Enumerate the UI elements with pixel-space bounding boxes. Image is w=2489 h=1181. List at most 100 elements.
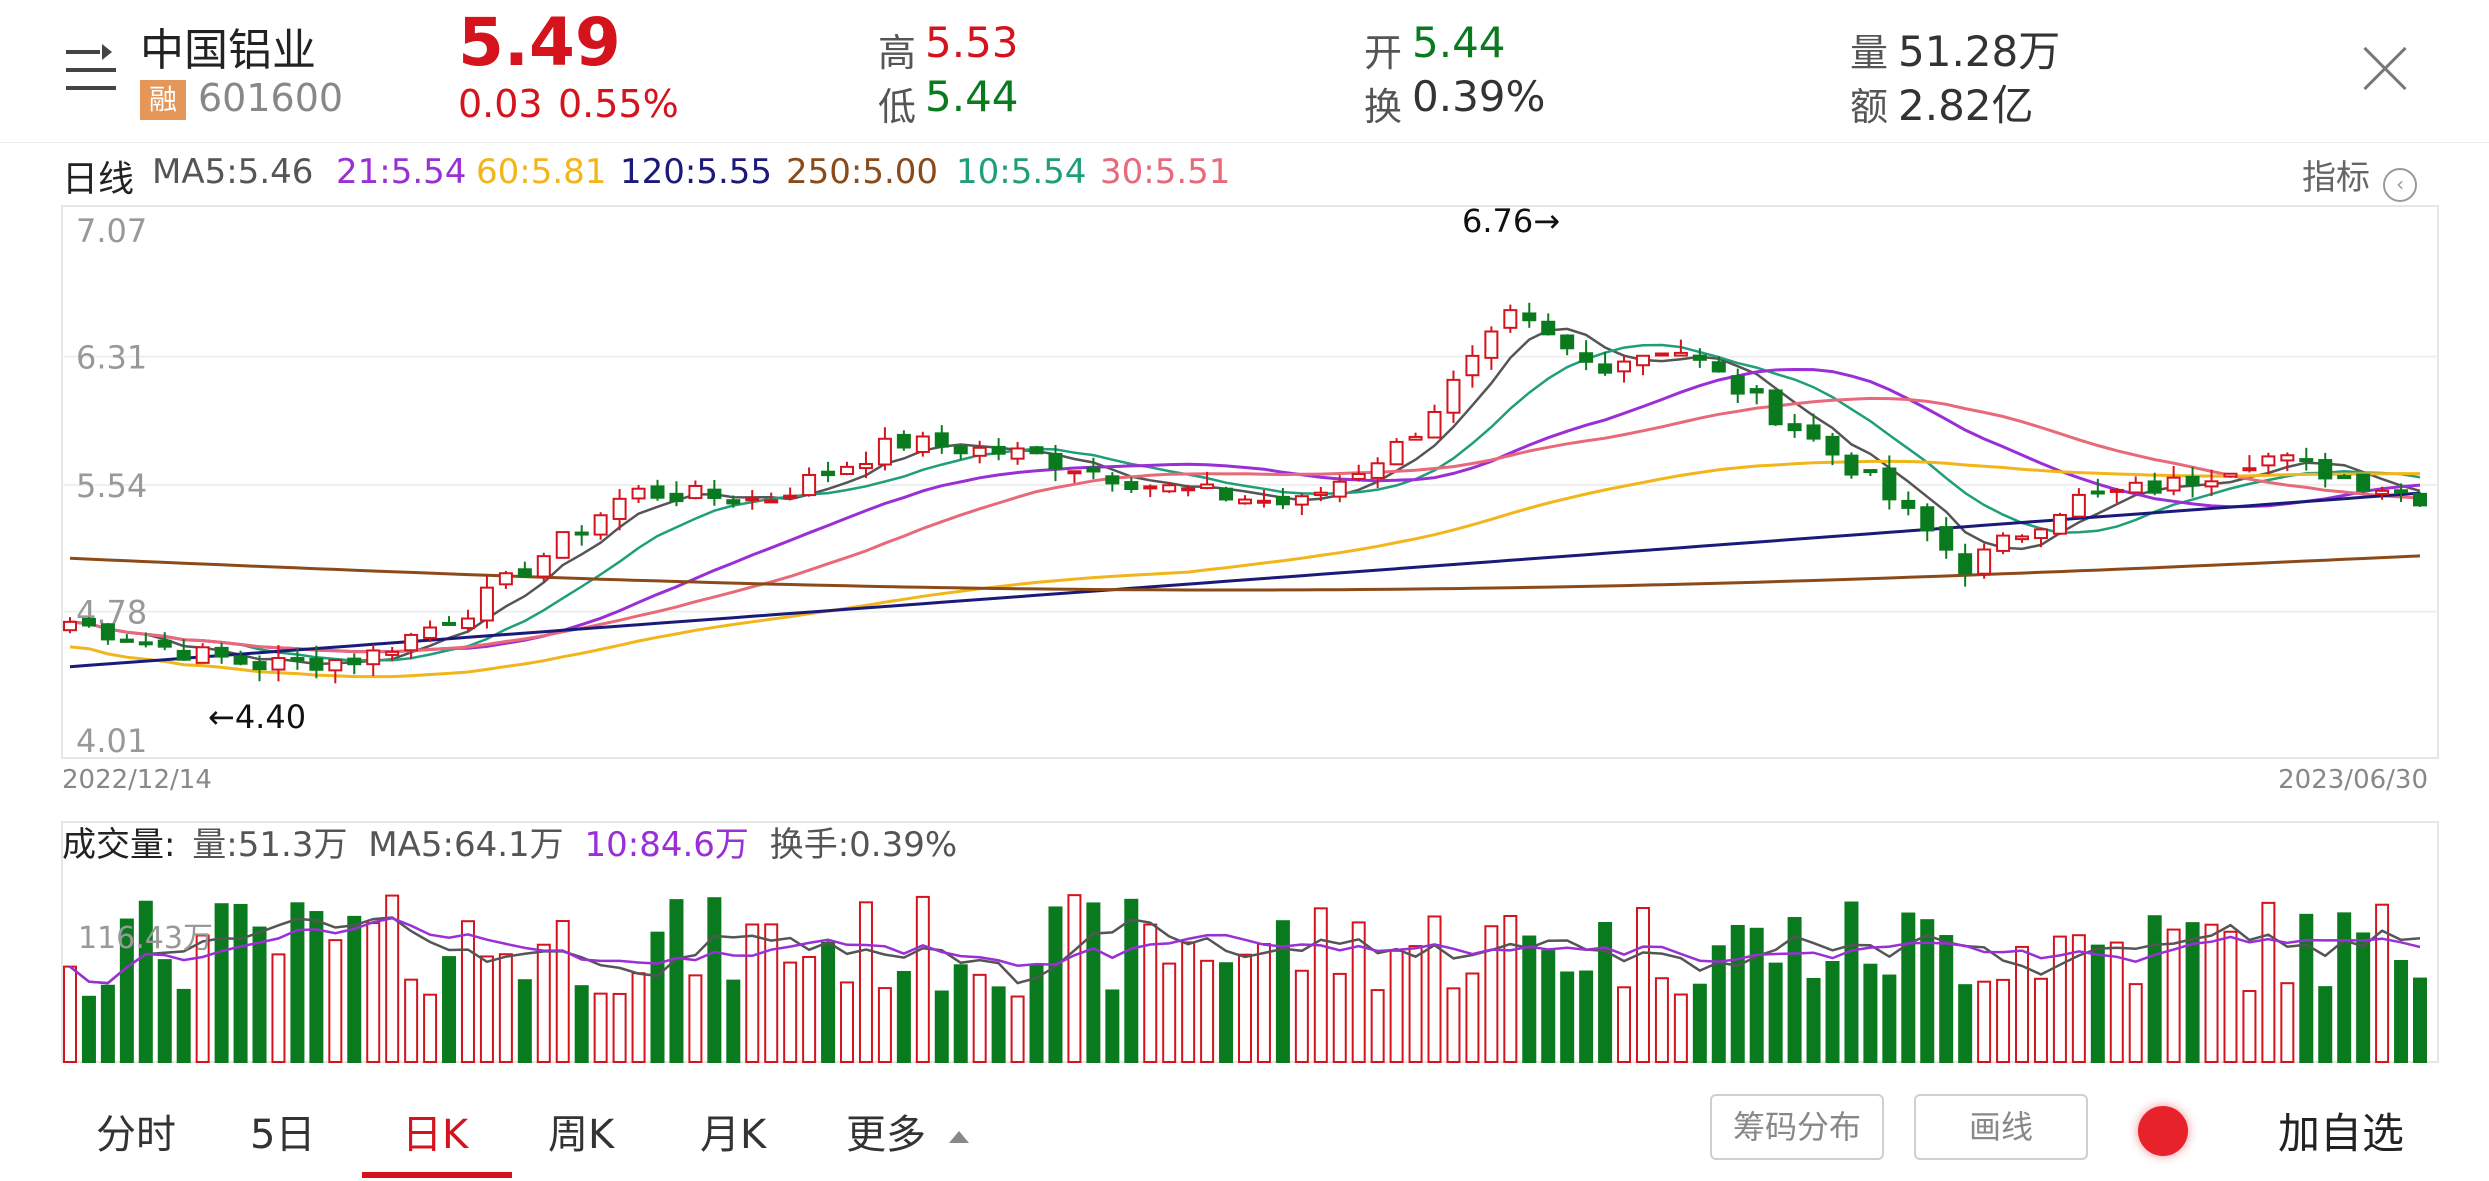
ma120-value: 120:5.55 [620, 152, 773, 192]
volume-bar [783, 961, 798, 1063]
candle-body [1048, 452, 1063, 470]
candle-body [1598, 363, 1613, 374]
candle-body [934, 432, 949, 448]
candle-body [1977, 548, 1992, 575]
volume-ma5: MA5:64.1万 [368, 825, 563, 865]
candle-body [1503, 309, 1518, 329]
volume-bar [1162, 962, 1177, 1064]
candle-body [81, 617, 96, 627]
candle-body [1787, 423, 1802, 432]
candle-body [2375, 489, 2390, 496]
price-tick-label: 6.31 [76, 339, 147, 377]
volume-bar [1673, 993, 1688, 1064]
tab-weekly-k[interactable]: 周K [548, 1102, 614, 1160]
candle-body [442, 621, 457, 626]
volume-value: 51.28万 [1898, 27, 2061, 76]
candle-body [100, 623, 115, 641]
candle-body [1484, 330, 1499, 359]
candle-body [1029, 446, 1044, 455]
caret-up-icon [948, 1131, 969, 1143]
candle-body [1541, 320, 1556, 336]
candle-body [271, 657, 286, 671]
volume-bar [517, 979, 532, 1064]
candle-body [915, 435, 930, 453]
volume-bar [1958, 984, 1973, 1063]
candle-body [2337, 475, 2352, 480]
indicator-label: 指标 [2302, 158, 2370, 198]
candle-body [1863, 469, 1878, 474]
tab-intraday[interactable]: 分时 [96, 1102, 176, 1160]
candle-body [1579, 352, 1594, 363]
volume-bar [252, 926, 267, 1063]
candle-body [972, 446, 987, 457]
volume-bar [2337, 912, 2352, 1063]
indicator-button[interactable]: 指标 ‹ [2302, 150, 2418, 202]
candle-body [1806, 424, 1821, 440]
candle-body [1143, 485, 1158, 490]
volume-bar [1825, 960, 1840, 1063]
price-change-pct: 0.55% [558, 82, 679, 126]
ma60-value: 60:5.81 [476, 152, 607, 192]
tab-more[interactable]: 更多 [846, 1102, 969, 1160]
candle-body [1654, 352, 1669, 357]
volume-bar [707, 897, 722, 1064]
volume-bar [1048, 906, 1063, 1063]
volume-chart[interactable]: 116.43万 成交量: 量:51.3万 MA5:64.1万 10:84.6万 … [0, 816, 2489, 1066]
candle-body [1124, 481, 1139, 490]
volume-bar [1977, 980, 1992, 1063]
volume-bar [404, 978, 419, 1063]
volume-bar [1901, 912, 1916, 1063]
tab-monthly-k[interactable]: 月K [700, 1102, 766, 1160]
volume-bar [328, 939, 343, 1063]
add-to-watchlist-button[interactable]: 加自选 [2278, 1100, 2404, 1161]
candle-body [2394, 489, 2409, 494]
candle-body [1332, 480, 1347, 498]
candle-body [328, 659, 343, 672]
volume-bar [1219, 962, 1234, 1063]
candle-body [1446, 378, 1461, 414]
candle-body [214, 646, 229, 658]
min-annotation: ←4.40 [208, 698, 306, 736]
tab-active-underline [362, 1172, 512, 1178]
candle-body [840, 465, 855, 476]
volume-bar [1749, 927, 1764, 1063]
volume-bar [1181, 941, 1196, 1063]
candle-body [2242, 467, 2257, 472]
volume-bar [764, 923, 779, 1063]
candle-body [1711, 361, 1726, 373]
volume-bar [176, 988, 191, 1063]
volume-bar [1256, 943, 1271, 1064]
price-chart[interactable]: 7.076.315.544.784.01 6.76→ ←4.40 2022/12… [0, 200, 2489, 800]
tab-5day[interactable]: 5日 [250, 1102, 315, 1160]
tab-daily-k[interactable]: 日K [402, 1102, 468, 1160]
candle-body [385, 650, 400, 656]
chips-distribution-button[interactable]: 筹码分布 [1710, 1094, 1884, 1160]
app-root: 中国铝业 融 601600 5.49 0.03 0.55% 高 5.53 低 5… [0, 0, 2489, 1181]
volume-bar [460, 920, 475, 1063]
high-label: 高 [878, 31, 917, 75]
chevron-left-circle-icon: ‹ [2383, 167, 2418, 202]
margin-badge: 融 [140, 80, 186, 120]
volume-bar [1086, 902, 1101, 1064]
draw-line-button[interactable]: 画线 [1914, 1094, 2088, 1160]
x-start-label: 2022/12/14 [62, 765, 212, 795]
menu-lines-icon[interactable] [66, 44, 116, 94]
candle-body [1882, 467, 1897, 501]
volume-bar [1522, 935, 1537, 1063]
volume-bar [877, 987, 892, 1063]
price-tick-label: 5.54 [76, 467, 147, 505]
candle-body [1162, 484, 1177, 493]
candle-body [1086, 466, 1101, 473]
record-dot-icon[interactable] [2138, 1106, 2188, 1156]
close-icon[interactable] [2362, 46, 2408, 92]
volume-bar [1844, 901, 1859, 1064]
volume-bar [991, 986, 1006, 1063]
candle-body [1901, 499, 1916, 509]
volume-tick: 116.43万 [78, 921, 213, 956]
candle-body [1749, 388, 1764, 394]
candle-body [1408, 435, 1423, 441]
volume-bar [688, 974, 703, 1064]
volume-bar [2204, 923, 2219, 1064]
candle-body [612, 497, 627, 520]
volume-bar [63, 965, 77, 1064]
